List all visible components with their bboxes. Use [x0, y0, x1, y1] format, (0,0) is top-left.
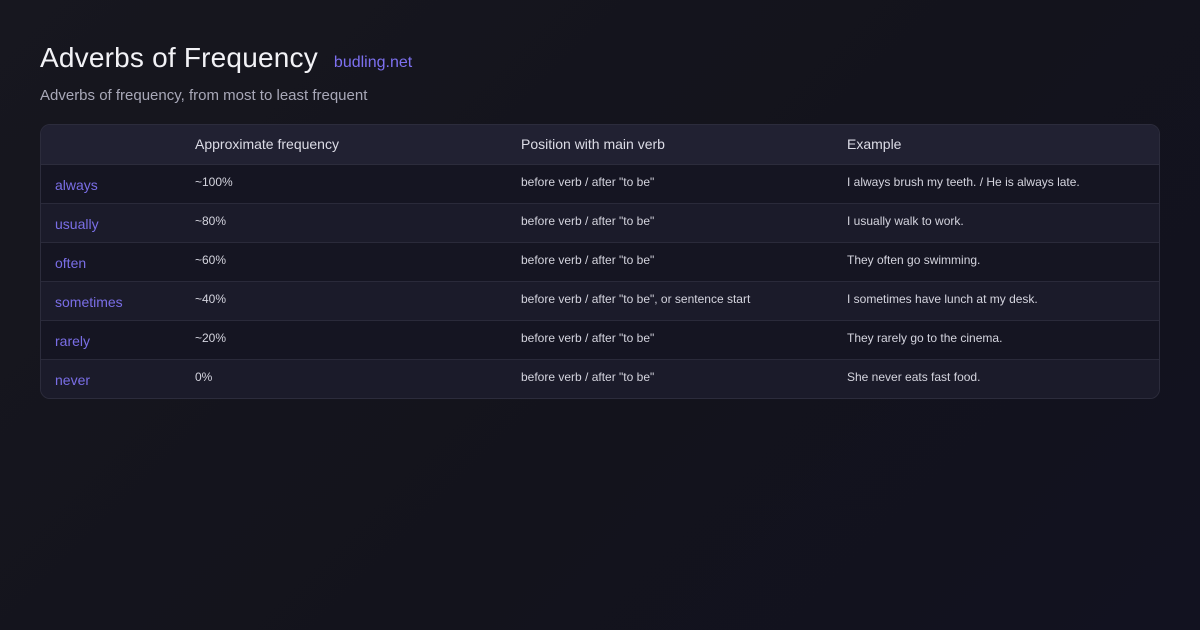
table-row: always ~100% before verb / after "to be"… [41, 164, 1159, 204]
table-header: Approximate frequency Position with main… [41, 125, 1159, 165]
position-cell: before verb / after "to be" [521, 370, 655, 385]
column-header-adverb [41, 125, 181, 165]
example-cell: They rarely go to the cinema. [833, 320, 1159, 360]
position-cell: before verb / after "to be" [507, 242, 833, 282]
table-row: sometimes ~40% before verb / after "to b… [41, 281, 1159, 321]
adverb-cell: never [55, 372, 91, 389]
adverb-cell: rarely [41, 320, 181, 360]
position-cell: before verb / after "to be" [507, 164, 833, 204]
adverb-cell: usually [41, 203, 181, 243]
page-header: Adverbs of Frequency budling.net Adverbs… [40, 40, 1160, 106]
frequency-cell: 0% [195, 370, 213, 385]
table-row: rarely ~20% before verb / after "to be" … [41, 320, 1159, 360]
frequency-cell: ~60% [181, 242, 507, 282]
frequency-cell: ~40% [181, 281, 507, 321]
table-row: often ~60% before verb / after "to be" T… [41, 242, 1159, 282]
table-row: usually ~80% before verb / after "to be"… [41, 203, 1159, 243]
frequency-cell: ~80% [181, 203, 507, 243]
example-cell: They often go swimming. [833, 242, 1159, 282]
table-header-row: Approximate frequency Position with main… [41, 125, 1159, 165]
table-body: always ~100% before verb / after "to be"… [41, 164, 1159, 398]
column-header-frequency: Approximate frequency [181, 125, 507, 165]
adverb-cell: always [41, 164, 181, 204]
example-cell: She never eats fast food. [847, 370, 981, 385]
position-cell: before verb / after "to be", or sentence… [507, 281, 833, 321]
table-row: never 0% before verb / after "to be" She… [41, 359, 1159, 398]
frequency-cell: ~20% [181, 320, 507, 360]
page-title: Adverbs of Frequency [40, 42, 318, 73]
page-subtitle: Adverbs of frequency, from most to least… [40, 87, 368, 104]
example-cell: I sometimes have lunch at my desk. [833, 281, 1159, 321]
column-header-position: Position with main verb [507, 125, 833, 165]
adverb-cell: often [41, 242, 181, 282]
frequency-table: Approximate frequency Position with main… [41, 125, 1159, 398]
site-link[interactable]: budling.net [334, 54, 412, 72]
position-cell: before verb / after "to be" [507, 203, 833, 243]
frequency-table-card: Approximate frequency Position with main… [40, 124, 1160, 399]
title-row: Adverbs of Frequency budling.net [40, 40, 1160, 76]
example-cell: I always brush my teeth. / He is always … [833, 164, 1159, 204]
column-header-example: Example [833, 125, 1159, 165]
example-cell: I usually walk to work. [833, 203, 1159, 243]
adverb-cell: sometimes [41, 281, 181, 321]
frequency-cell: ~100% [181, 164, 507, 204]
position-cell: before verb / after "to be" [507, 320, 833, 360]
